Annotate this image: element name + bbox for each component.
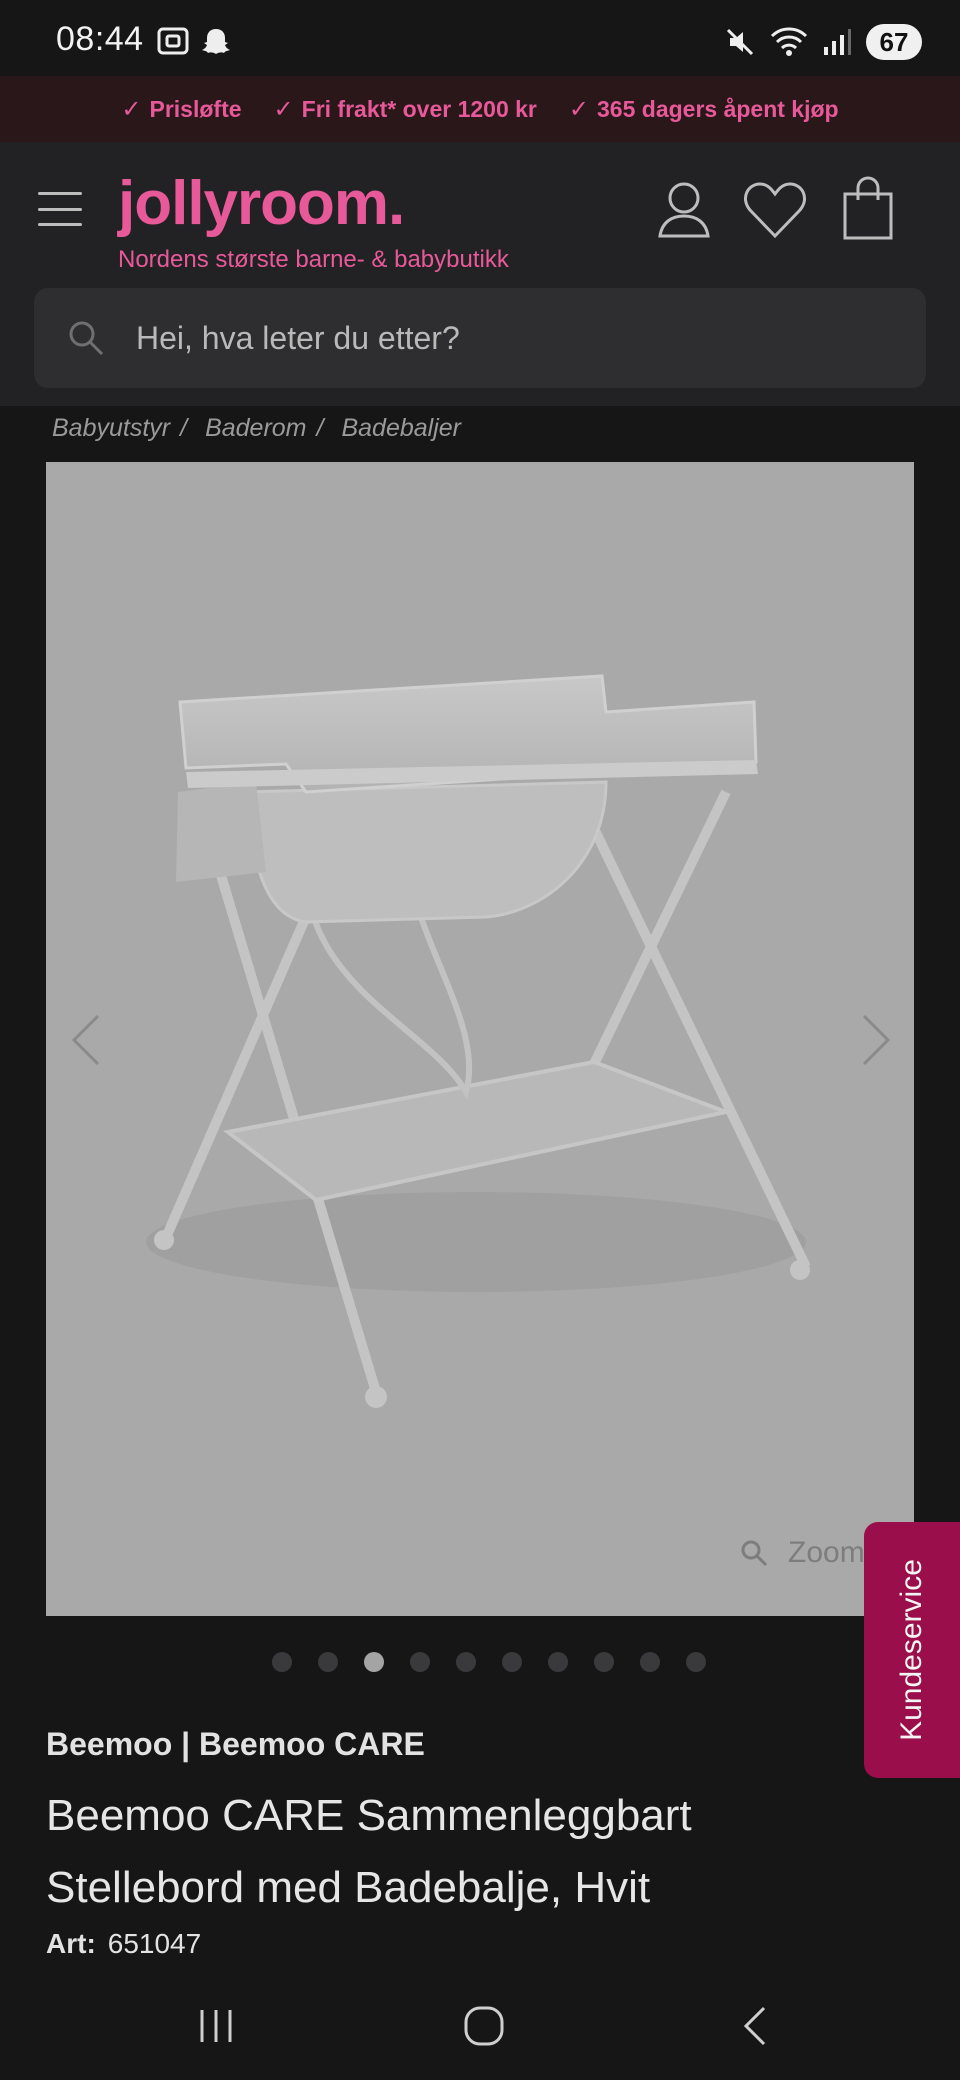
zoom-button[interactable]: Zoom	[740, 1536, 865, 1570]
search-icon	[69, 321, 104, 356]
promo-item: ✓ 365 dagers åpent kjøp	[569, 95, 839, 124]
product-image[interactable]	[46, 462, 914, 1616]
promo-label: Fri frakt* over 1200 kr	[301, 95, 537, 122]
checkmark-icon: ✓	[121, 95, 142, 123]
wifi-icon	[770, 27, 808, 56]
status-bar: 08:44 67	[0, 0, 960, 76]
hamburger-menu-icon[interactable]	[38, 192, 82, 226]
customer-service-label: Kundeservice	[895, 1559, 928, 1741]
promo-label: Prisløfte	[149, 95, 242, 122]
customer-service-tab[interactable]: Kundeservice	[864, 1522, 960, 1778]
site-logo[interactable]: jollyroom.	[118, 168, 405, 239]
promo-bar: ✓ Prisløfte ✓ Fri frakt* over 1200 kr ✓ …	[0, 76, 960, 142]
recent-apps-icon[interactable]	[196, 2004, 236, 2048]
carousel-dot[interactable]	[272, 1652, 292, 1672]
article-label: Art:	[46, 1928, 96, 1959]
chevron-left-icon[interactable]	[66, 1010, 106, 1070]
battery-indicator: 67	[866, 24, 922, 60]
system-nav-bar	[0, 1976, 960, 2080]
promo-item: ✓ Fri frakt* over 1200 kr	[274, 95, 537, 124]
product-brand[interactable]: Beemoo | Beemoo CARE	[46, 1726, 425, 1763]
status-time: 08:44	[56, 20, 144, 58]
site-tagline: Nordens største barne- & babybutikk	[118, 246, 509, 273]
carousel-dot[interactable]	[410, 1652, 430, 1672]
back-icon[interactable]	[738, 2004, 772, 2048]
article-value: 651047	[107, 1928, 202, 1959]
checkmark-icon: ✓	[568, 95, 589, 123]
status-left-icons	[156, 26, 232, 58]
changing-table-illustration	[146, 674, 811, 1408]
breadcrumb-item[interactable]: Babyutstyr	[52, 414, 170, 443]
account-icon[interactable]	[656, 180, 712, 240]
breadcrumb-item[interactable]: Badebaljer	[341, 414, 461, 443]
carousel-dot[interactable]	[548, 1652, 568, 1672]
signal-icon	[824, 29, 851, 55]
search-bar[interactable]: Hei, hva leter du etter?	[34, 288, 926, 388]
article-number: Art: 651047	[46, 1928, 201, 1960]
snapchat-icon	[202, 29, 230, 54]
search-input[interactable]: Hei, hva leter du etter?	[136, 320, 460, 357]
breadcrumb-item[interactable]: Baderom	[205, 414, 306, 443]
carousel-dot[interactable]	[686, 1652, 706, 1672]
breadcrumb: Babyutstyr / Baderom / Badebaljer	[52, 413, 461, 443]
heart-icon[interactable]	[742, 180, 808, 240]
promo-label: 365 dagers åpent kjøp	[597, 95, 839, 122]
carousel-dots	[272, 1652, 706, 1672]
carousel-dot[interactable]	[502, 1652, 522, 1672]
site-header: jollyroom. Nordens største barne- & baby…	[0, 142, 960, 406]
status-right: 67	[724, 24, 922, 60]
carousel-dot[interactable]	[640, 1652, 660, 1672]
carousel-dot-active[interactable]	[364, 1652, 384, 1672]
checkmark-icon: ✓	[273, 95, 294, 123]
promo-item: ✓ Prisløfte	[121, 95, 241, 124]
carousel-dot[interactable]	[318, 1652, 338, 1672]
screenshot-icon	[157, 27, 189, 55]
product-title: Beemoo CARE Sammenleggbart Stellebord me…	[46, 1791, 692, 1912]
carousel-dot[interactable]	[594, 1652, 614, 1672]
shopping-bag-icon[interactable]	[842, 176, 894, 242]
carousel-dot[interactable]	[456, 1652, 476, 1672]
mute-icon	[726, 28, 754, 56]
home-icon[interactable]	[462, 2004, 506, 2048]
zoom-label: Zoom	[788, 1536, 865, 1569]
search-icon	[741, 1540, 768, 1567]
chevron-right-icon[interactable]	[856, 1010, 896, 1070]
